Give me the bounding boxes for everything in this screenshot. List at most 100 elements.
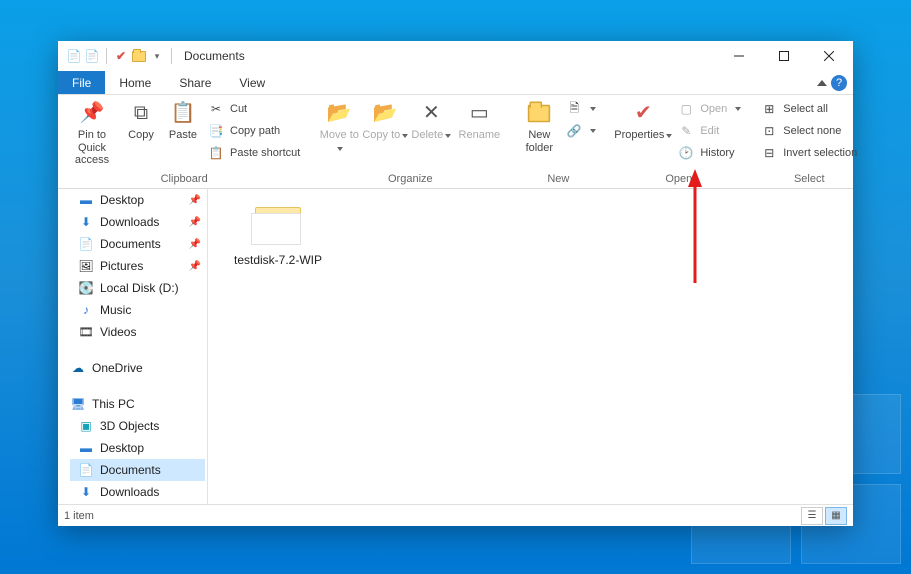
nav-documents[interactable]: 📄Documents📌 (70, 233, 205, 255)
details-view-button[interactable]: ☰ (801, 507, 823, 525)
copy-path-icon: 📑 (208, 123, 224, 139)
open-small-buttons: ▢Open ✎Edit 🕑History (674, 97, 745, 163)
minimize-ribbon-icon[interactable] (817, 80, 827, 86)
dropdown-icon[interactable]: ▾ (149, 48, 165, 64)
rename-button[interactable]: ▭ Rename (454, 97, 504, 167)
onedrive-icon: ☁ (70, 361, 86, 375)
group-label-open: Open (665, 170, 692, 188)
move-to-button[interactable]: 📂 Move to (316, 97, 362, 167)
navigation-pane: ▬Desktop📌 ⬇Downloads📌 📄Documents📌 🖼Pictu… (58, 189, 208, 504)
copy-path-button[interactable]: 📑Copy path (204, 121, 304, 141)
new-item-button[interactable]: 🗎 (562, 99, 600, 119)
paste-icon: 📋 (167, 99, 199, 127)
history-icon: 🕑 (678, 145, 694, 161)
new-folder-label: New folder (516, 129, 562, 154)
paste-shortcut-icon: 📋 (208, 145, 224, 161)
copy-button[interactable]: ⧉ Copy (120, 97, 162, 167)
open-icon: ▢ (678, 101, 694, 117)
tab-share[interactable]: Share (165, 71, 225, 94)
status-bar: 1 item ☰ ▦ (58, 504, 853, 526)
group-new: New folder 🗎 🔗 New (510, 95, 606, 188)
select-none-button[interactable]: ⊡Select none (757, 121, 861, 141)
properties-icon[interactable]: ✔ (113, 48, 129, 64)
delete-label: Delete (411, 129, 451, 142)
ribbon: 📌 Pin to Quick access ⧉ Copy 📋 Paste ✂Cu… (58, 95, 853, 189)
tab-file[interactable]: File (58, 71, 105, 94)
nav-downloads[interactable]: ⬇Downloads📌 (70, 211, 205, 233)
nav-pc-desktop[interactable]: ▬Desktop (70, 437, 205, 459)
history-button[interactable]: 🕑History (674, 143, 745, 163)
tab-home[interactable]: Home (105, 71, 165, 94)
pin-label: Pin to Quick access (64, 129, 120, 167)
nav-desktop[interactable]: ▬Desktop📌 (70, 189, 205, 211)
paste-shortcut-button[interactable]: 📋Paste shortcut (204, 143, 304, 163)
group-label-organize: Organize (388, 170, 433, 188)
copy-label: Copy (128, 129, 154, 142)
documents-icon: 📄 (78, 237, 94, 251)
new-folder-button[interactable]: New folder (516, 97, 562, 167)
pictures-icon: 🖼 (78, 259, 94, 273)
videos-icon: 🎞 (78, 325, 94, 339)
help-icon[interactable]: ? (831, 75, 847, 91)
group-label-select: Select (794, 170, 825, 188)
select-all-icon: ⊞ (761, 101, 777, 117)
maximize-button[interactable] (761, 42, 806, 70)
nav-music[interactable]: ♪Music (70, 299, 205, 321)
open-button[interactable]: ▢Open (674, 99, 745, 119)
copy-to-button[interactable]: 📂 Copy to (362, 97, 408, 167)
desktop-icon: ▬ (78, 193, 94, 207)
close-button[interactable] (806, 42, 851, 70)
copy-to-icon: 📂 (369, 99, 401, 127)
pin-icon: 📌 (189, 261, 201, 272)
titlebar: 📄 📄 ✔ ▾ Documents (58, 41, 853, 71)
file-explorer-window: 📄 📄 ✔ ▾ Documents File Home Share View ? (58, 41, 853, 526)
music-icon: ♪ (78, 303, 94, 317)
new-folder-icon (523, 99, 555, 127)
this-pc-icon: 🖥 (70, 397, 86, 411)
group-label-clipboard: Clipboard (161, 170, 208, 188)
desktop-icon: ▬ (78, 441, 94, 455)
pin-to-quick-access-button[interactable]: 📌 Pin to Quick access (64, 97, 120, 167)
nav-local-disk[interactable]: 💽Local Disk (D:) (70, 277, 205, 299)
nav-videos[interactable]: 🎞Videos (70, 321, 205, 343)
downloads-icon: ⬇ (78, 215, 94, 229)
cut-button[interactable]: ✂Cut (204, 99, 304, 119)
nav-onedrive[interactable]: ☁OneDrive (70, 357, 205, 379)
group-clipboard: 📌 Pin to Quick access ⧉ Copy 📋 Paste ✂Cu… (58, 95, 310, 188)
group-open: ✔ Properties ▢Open ✎Edit 🕑History Open (606, 95, 751, 188)
new-item-icon: 🗎 (566, 101, 582, 117)
tab-view[interactable]: View (225, 71, 279, 94)
easy-access-icon: 🔗 (566, 123, 582, 139)
downloads-icon: ⬇ (78, 485, 94, 499)
window-controls (716, 42, 851, 70)
delete-button[interactable]: ✕ Delete (408, 97, 454, 167)
rename-label: Rename (459, 129, 501, 142)
file-item[interactable]: testdisk-7.2-WIP (230, 201, 326, 267)
pin-icon: 📌 (189, 195, 201, 206)
pin-icon: 📌 (189, 239, 201, 250)
properties-icon: ✔ (627, 99, 659, 127)
document-icon[interactable]: 📄 (66, 48, 82, 64)
nav-3d-objects[interactable]: ▣3D Objects (70, 415, 205, 437)
nav-this-pc[interactable]: 🖥This PC (70, 393, 205, 415)
copy-to-label: Copy to (362, 129, 408, 142)
properties-button[interactable]: ✔ Properties (612, 97, 674, 167)
select-all-button[interactable]: ⊞Select all (757, 99, 861, 119)
invert-selection-button[interactable]: ⊟Invert selection (757, 143, 861, 163)
edit-button[interactable]: ✎Edit (674, 121, 745, 141)
minimize-button[interactable] (716, 42, 761, 70)
easy-access-button[interactable]: 🔗 (562, 121, 600, 141)
icons-view-button[interactable]: ▦ (825, 507, 847, 525)
quick-access-toolbar: 📄 📄 ✔ ▾ (66, 48, 176, 64)
pin-icon: 📌 (189, 217, 201, 228)
nav-pc-downloads[interactable]: ⬇Downloads (70, 481, 205, 503)
file-list[interactable]: testdisk-7.2-WIP (208, 189, 853, 504)
paste-button[interactable]: 📋 Paste (162, 97, 204, 167)
move-to-label: Move to (316, 129, 362, 154)
document-icon[interactable]: 📄 (84, 48, 100, 64)
pin-icon: 📌 (76, 99, 108, 127)
group-select: ⊞Select all ⊡Select none ⊟Invert selecti… (751, 95, 867, 188)
nav-pictures[interactable]: 🖼Pictures📌 (70, 255, 205, 277)
folder-icon[interactable] (131, 48, 147, 64)
nav-pc-documents[interactable]: 📄Documents (70, 459, 205, 481)
